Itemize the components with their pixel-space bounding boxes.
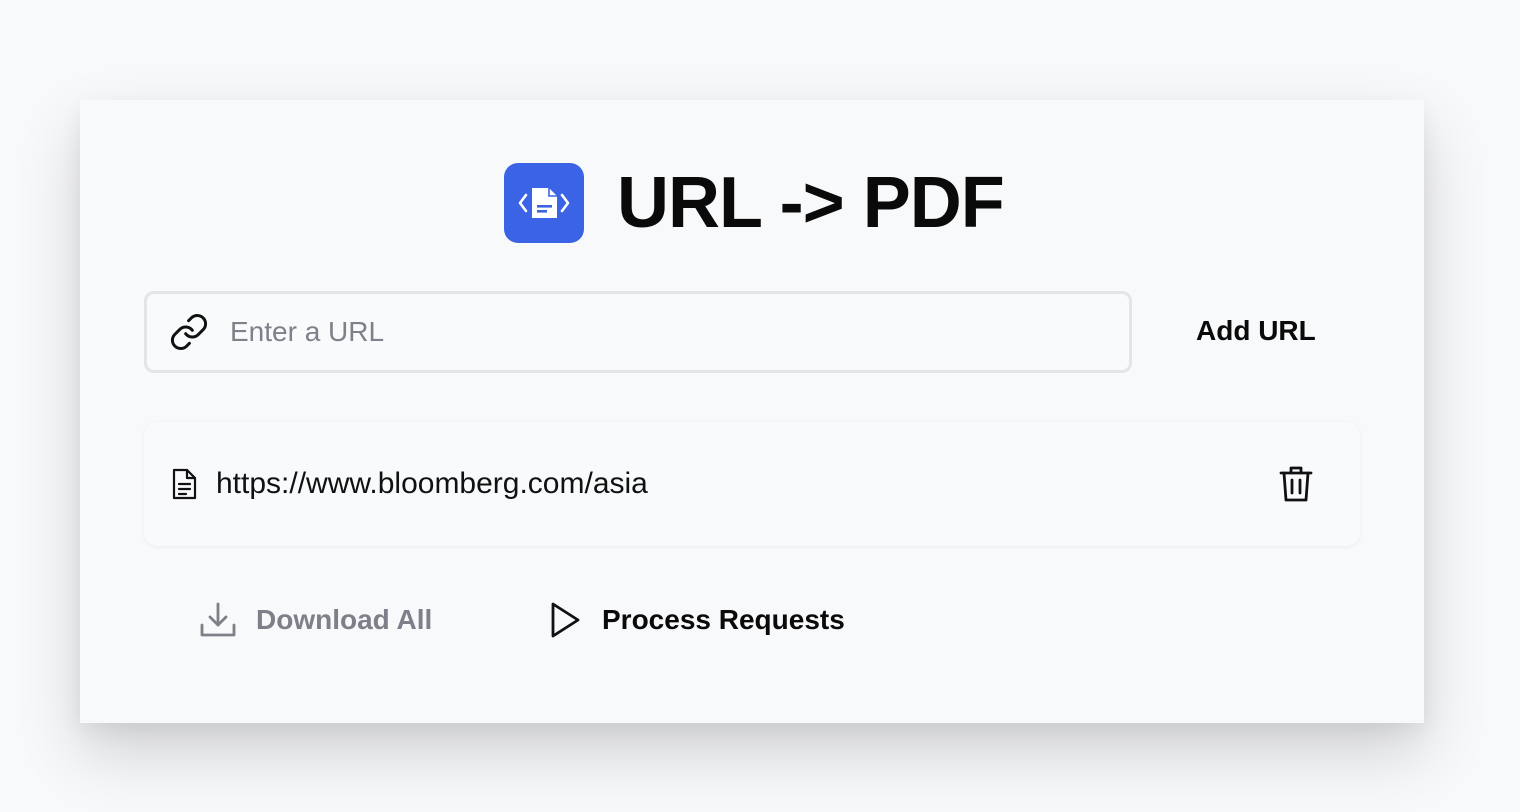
page-title: URL -> PDF	[617, 163, 1005, 243]
process-requests-label: Process Requests	[602, 604, 845, 635]
url-input[interactable]	[228, 315, 1092, 349]
list-item: https://www.bloomberg.com/asia	[144, 422, 1360, 546]
download-all-button[interactable]: Download All	[192, 595, 438, 645]
main-card: URL -> PDF Add URL https://www.bloombe	[80, 100, 1424, 723]
document-icon	[170, 468, 198, 500]
trash-icon[interactable]	[1276, 463, 1316, 505]
link-icon	[169, 312, 209, 352]
add-url-button[interactable]: Add URL	[1174, 308, 1338, 354]
app-header: URL -> PDF	[504, 163, 1005, 243]
process-requests-button[interactable]: Process Requests	[539, 595, 851, 645]
url-input-container[interactable]	[144, 291, 1132, 373]
download-all-label: Download All	[256, 604, 433, 635]
play-icon	[545, 600, 585, 640]
download-icon	[198, 600, 238, 640]
url-list: https://www.bloomberg.com/asia	[144, 422, 1360, 546]
list-item-url: https://www.bloomberg.com/asia	[216, 467, 648, 500]
file-code-icon	[504, 163, 584, 243]
